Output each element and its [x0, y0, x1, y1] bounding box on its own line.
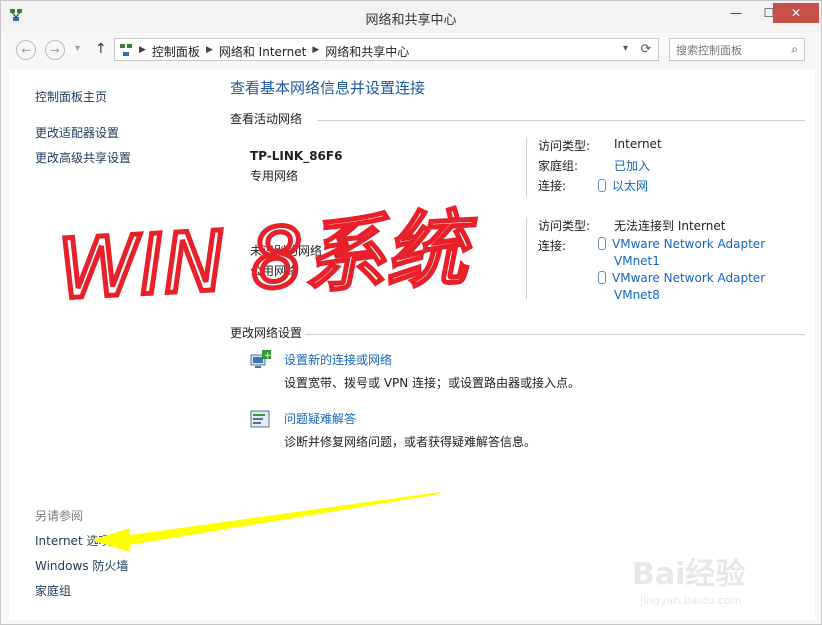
- network-category[interactable]: 公用网络: [250, 262, 298, 279]
- minimize-button[interactable]: —: [721, 3, 751, 23]
- search-input[interactable]: [674, 42, 783, 58]
- network-name: TP-LINK_86F6: [250, 149, 343, 163]
- connection-label: 连接:: [538, 179, 567, 193]
- see-also-heading: 另请参阅: [35, 509, 84, 523]
- setup-new-connection-link[interactable]: 设置新的连接或网络: [284, 351, 392, 368]
- change-adapter-settings-link[interactable]: 更改适配器设置: [35, 124, 119, 141]
- ethernet-connection-label: 以太网: [612, 179, 649, 193]
- address-bar[interactable]: ▶ 控制面板 ▶ 网络和 Internet ▶ 网络和共享中心 ▾: [114, 38, 659, 61]
- back-button[interactable]: ←: [16, 40, 36, 60]
- page-title: 查看基本网络信息并设置连接: [230, 79, 426, 97]
- ethernet-plug-icon: [598, 179, 606, 192]
- vmnet1-name[interactable]: VMnet1: [614, 254, 660, 268]
- divider: [526, 217, 527, 299]
- ethernet-plug-icon: [598, 271, 606, 284]
- breadcrumb-network-internet[interactable]: 网络和 Internet: [219, 43, 306, 60]
- access-type-value: Internet: [614, 137, 662, 151]
- up-button[interactable]: ↑: [95, 41, 107, 57]
- divider: [526, 137, 527, 197]
- network-category[interactable]: 专用网络: [250, 167, 298, 184]
- vmnet1-connection-link[interactable]: VMware Network Adapter: [598, 237, 765, 251]
- window-title: 网络和共享中心: [365, 13, 457, 28]
- breadcrumb-control-panel[interactable]: 控制面板: [152, 43, 200, 60]
- divider: [305, 334, 805, 335]
- internet-options-link[interactable]: Internet 选项: [35, 532, 110, 549]
- content-area: 控制面板主页 更改适配器设置 更改高级共享设置 另请参阅 Internet 选项…: [9, 69, 815, 620]
- refresh-button[interactable]: ⟳: [634, 38, 659, 61]
- chevron-right-icon: ▶: [205, 45, 213, 55]
- breadcrumb: ▶ 控制面板 ▶ 网络和 Internet ▶ 网络和共享中心: [139, 43, 409, 60]
- svg-text:+: +: [264, 351, 272, 361]
- access-type-label: 访问类型:: [538, 219, 591, 233]
- close-button[interactable]: ✕: [773, 3, 819, 23]
- vmnet8-name[interactable]: VMnet8: [614, 288, 660, 302]
- recent-locations-dropdown[interactable]: ▾: [75, 43, 80, 54]
- navigation-bar: ← → ▾ ↑ ▶ 控制面板 ▶ 网络和 Internet ▶ 网络和共享中心 …: [1, 33, 821, 67]
- change-settings-heading: 更改网络设置: [230, 326, 303, 340]
- forward-button[interactable]: →: [45, 40, 65, 60]
- troubleshoot-problems-link[interactable]: 问题疑难解答: [284, 410, 356, 427]
- homegroup-joined-link[interactable]: 已加入: [614, 157, 650, 174]
- windows-firewall-link[interactable]: Windows 防火墙: [35, 557, 128, 574]
- search-icon[interactable]: ⌕: [791, 42, 798, 57]
- connection-label: 连接:: [538, 239, 567, 253]
- vmnet1-connection-label: VMware Network Adapter: [612, 237, 766, 251]
- ethernet-plug-icon: [598, 237, 606, 250]
- access-type-label: 访问类型:: [538, 139, 591, 153]
- homegroup-label: 家庭组:: [538, 159, 579, 173]
- troubleshoot-problems-desc: 诊断并修复网络问题，或者获得疑难解答信息。: [284, 435, 537, 449]
- title-bar: 网络和共享中心 — ☐ ✕: [1, 1, 821, 33]
- vmnet8-connection-link[interactable]: VMware Network Adapter: [598, 271, 765, 285]
- homegroup-link[interactable]: 家庭组: [35, 582, 71, 599]
- change-sharing-settings-link[interactable]: 更改高级共享设置: [35, 149, 131, 166]
- access-type-value: 无法连接到 Internet: [614, 219, 726, 233]
- control-panel-home-link[interactable]: 控制面板主页: [35, 88, 107, 105]
- chevron-right-icon: ▶: [312, 45, 320, 55]
- network-sharing-window: 网络和共享中心 — ☐ ✕ ← → ▾ ↑ ▶ 控制面板 ▶ 网络和 Inter…: [0, 0, 822, 625]
- network-location-icon: [120, 44, 132, 56]
- search-box[interactable]: ⌕: [669, 38, 805, 61]
- address-dropdown-icon[interactable]: ▾: [623, 43, 628, 54]
- breadcrumb-network-sharing[interactable]: 网络和共享中心: [325, 43, 409, 60]
- new-connection-icon: +: [250, 350, 272, 368]
- network-name: 未识别的网络: [250, 244, 323, 258]
- divider: [317, 120, 805, 121]
- troubleshoot-icon: [250, 410, 270, 428]
- active-networks-heading: 查看活动网络: [230, 112, 303, 126]
- vmnet8-connection-label: VMware Network Adapter: [612, 271, 766, 285]
- ethernet-connection-link[interactable]: 以太网: [598, 177, 648, 194]
- chevron-right-icon: ▶: [139, 45, 146, 55]
- setup-new-connection-desc: 设置宽带、拨号或 VPN 连接；或设置路由器或接入点。: [284, 376, 581, 390]
